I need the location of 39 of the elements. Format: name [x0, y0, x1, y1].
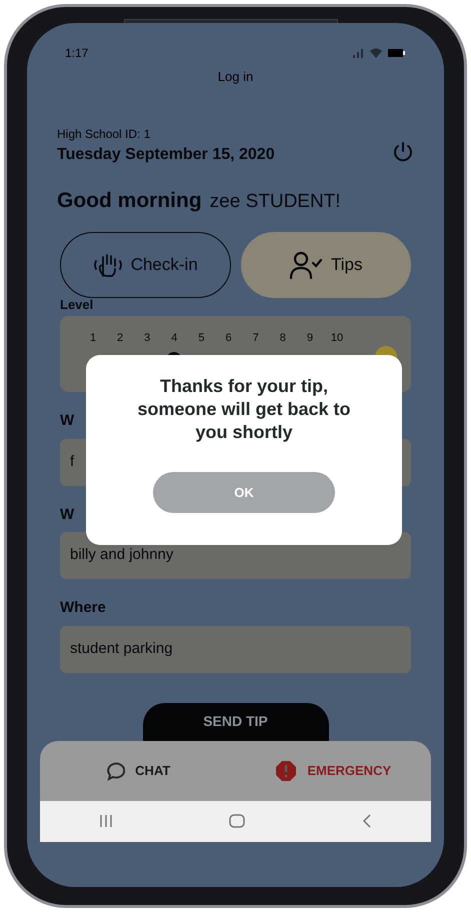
scale-number: 7 — [252, 331, 260, 346]
dialog-message: Thanks for your tip, someone will get back to you shortly — [136, 375, 352, 444]
battery-icon — [388, 49, 406, 57]
date-text: Tuesday September 15, 2020 — [57, 144, 275, 164]
scale-number: 9 — [306, 331, 314, 346]
field-label: Where — [60, 598, 106, 618]
bottom-tab[interactable]: CHAT — [40, 760, 236, 780]
input-field[interactable]: student parking — [60, 626, 411, 672]
field-label: W — [60, 504, 74, 524]
power-icon[interactable] — [392, 140, 414, 162]
scale-number: 1 — [88, 331, 98, 346]
level-label: Level — [60, 298, 94, 312]
student-name: zee STUDENT! — [210, 190, 341, 214]
signal-icon — [352, 48, 364, 58]
mode-tab[interactable]: Check-in — [60, 232, 230, 298]
ok-button[interactable]: OK — [153, 472, 335, 513]
wifi-icon — [370, 48, 382, 58]
school-label: High School ID: 1 — [57, 126, 152, 142]
mode-tab[interactable]: Tips — [240, 232, 411, 298]
field-label: W — [60, 411, 74, 431]
scale-number: 6 — [224, 331, 233, 346]
chat-bubble-icon — [105, 760, 126, 780]
back-icon[interactable] — [361, 814, 374, 828]
scale-number: 4 — [170, 331, 178, 346]
scale-number: 10 — [330, 331, 344, 346]
waving-hand-icon — [92, 252, 123, 278]
home-icon[interactable] — [229, 814, 246, 828]
scale-number: 3 — [143, 331, 152, 346]
scale-number: 8 — [278, 331, 287, 346]
header-title: Log in — [218, 68, 254, 86]
scale-number: 2 — [116, 331, 124, 346]
scale-number: 5 — [197, 331, 206, 346]
user-check-icon — [289, 251, 323, 279]
send-tip-button[interactable]: SEND TIP — [142, 702, 328, 740]
status-time: 1:17 — [65, 45, 88, 62]
alert-octagon-icon — [275, 760, 298, 782]
bottom-tab[interactable]: EMERGENCY — [236, 760, 431, 782]
greeting-text: Good morning — [57, 188, 202, 214]
recent-apps-icon[interactable] — [98, 814, 114, 828]
